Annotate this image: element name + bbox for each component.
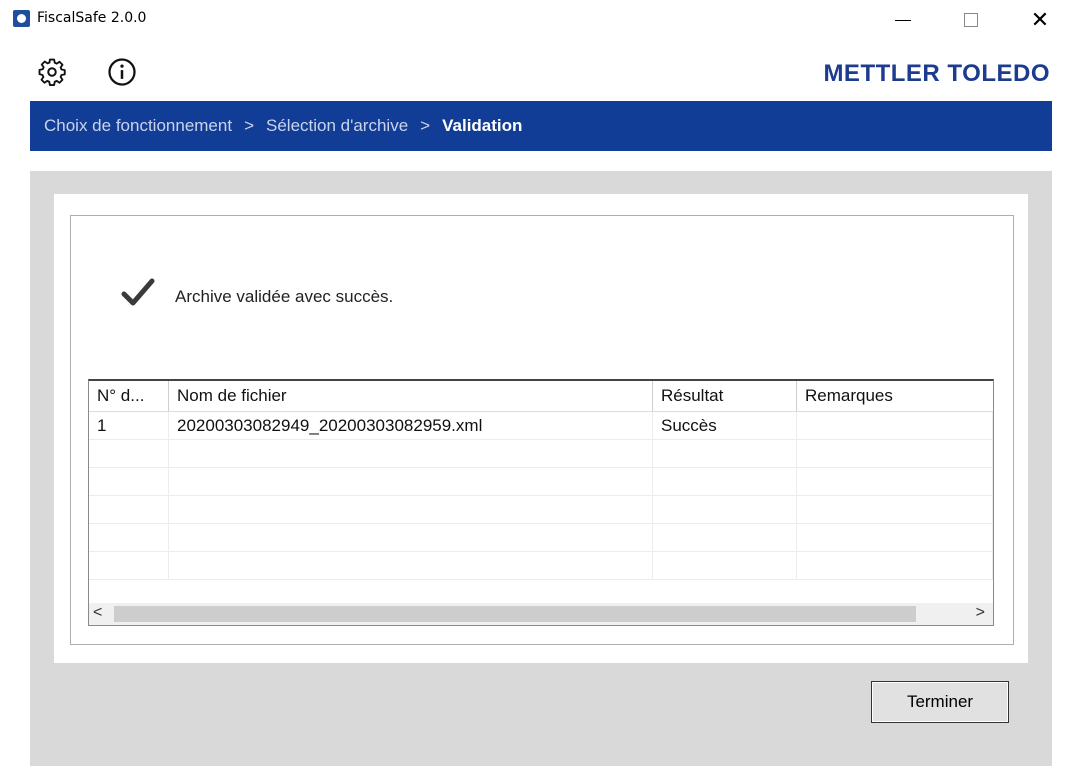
gear-icon	[38, 58, 66, 86]
table-header: N° d... Nom de fichier Résultat Remarque…	[89, 381, 993, 412]
close-button[interactable]: ✕	[1017, 0, 1063, 40]
main-panel: Archive validée avec succès. N° d... Nom…	[30, 171, 1052, 766]
scrollbar-thumb[interactable]	[114, 606, 916, 622]
settings-button[interactable]	[34, 54, 70, 90]
column-header-result[interactable]: Résultat	[653, 381, 797, 411]
breadcrumb-item-archive: Sélection d'archive	[266, 116, 409, 135]
close-icon: ✕	[1030, 7, 1050, 32]
cell-result: Succès	[653, 412, 797, 439]
results-table: N° d... Nom de fichier Résultat Remarque…	[88, 379, 994, 626]
scroll-left-icon[interactable]: <	[93, 604, 102, 622]
table-row[interactable]: 1 20200303082949_20200303082959.xml Succ…	[89, 412, 993, 440]
horizontal-scrollbar[interactable]: < >	[89, 603, 993, 625]
empty-row	[89, 524, 993, 552]
table-body: 1 20200303082949_20200303082959.xml Succ…	[89, 412, 993, 580]
minimize-icon	[895, 19, 911, 21]
finish-button[interactable]: Terminer	[871, 681, 1009, 723]
breadcrumb-separator: >	[420, 116, 431, 135]
empty-row	[89, 552, 993, 580]
empty-row	[89, 496, 993, 524]
breadcrumb: Choix de fonctionnement > Sélection d'ar…	[30, 101, 1052, 151]
maximize-icon	[964, 13, 978, 27]
empty-row	[89, 468, 993, 496]
brand-logo: METTLER TOLEDO	[823, 60, 1050, 87]
cell-number: 1	[89, 412, 169, 439]
breadcrumb-separator: >	[244, 116, 254, 135]
checkmark-icon	[121, 278, 155, 306]
minimize-button[interactable]	[880, 0, 926, 40]
column-header-number[interactable]: N° d...	[89, 381, 169, 411]
info-icon	[108, 58, 136, 86]
cell-remarks	[797, 412, 993, 439]
breadcrumb-item-validation: Validation	[442, 116, 523, 135]
app-icon	[13, 10, 30, 27]
empty-row	[89, 440, 993, 468]
column-header-filename[interactable]: Nom de fichier	[169, 381, 653, 411]
window-title: FiscalSafe 2.0.0	[37, 10, 147, 26]
result-box: Archive validée avec succès. N° d... Nom…	[70, 215, 1014, 645]
column-header-remarks[interactable]: Remarques	[797, 381, 993, 411]
title-bar: FiscalSafe 2.0.0 ✕	[0, 0, 1067, 40]
info-button[interactable]	[104, 54, 140, 90]
success-message: Archive validée avec succès.	[175, 287, 394, 306]
maximize-button[interactable]	[948, 0, 994, 40]
scroll-right-icon[interactable]: >	[976, 604, 985, 622]
cell-filename: 20200303082949_20200303082959.xml	[169, 412, 653, 439]
toolbar: METTLER TOLEDO	[0, 40, 1067, 100]
breadcrumb-item-mode: Choix de fonctionnement	[44, 116, 233, 135]
content-panel: Archive validée avec succès. N° d... Nom…	[54, 194, 1028, 663]
